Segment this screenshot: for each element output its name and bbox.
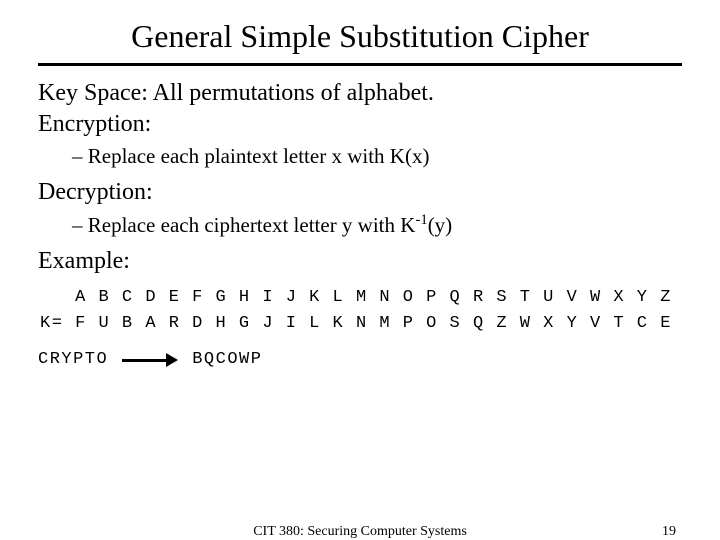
example-plaintext: CRYPTO <box>38 350 108 369</box>
alphabet-row: A B C D E F G H I J K L M N O P Q R S T … <box>40 288 672 307</box>
example-label: Example: <box>38 248 682 275</box>
footer-page-number: 19 <box>662 524 676 540</box>
title-underline <box>38 63 682 66</box>
encryption-label: Encryption: <box>38 111 682 138</box>
encryption-detail: – Replace each plaintext letter x with K… <box>72 144 682 169</box>
key-row: K= F U B A R D H G J I L K N M P O S Q Z… <box>40 314 672 333</box>
decryption-detail-superscript: -1 <box>415 212 427 228</box>
example-ciphertext: BQCOWP <box>192 350 262 369</box>
cipher-table: A B C D E F G H I J K L M N O P Q R S T … <box>40 285 682 336</box>
example-mapping: CRYPTO BQCOWP <box>38 350 682 369</box>
decryption-detail: – Replace each ciphertext letter y with … <box>72 212 682 238</box>
slide-title: General Simple Substitution Cipher <box>38 18 682 57</box>
footer-course: CIT 380: Securing Computer Systems <box>0 524 720 540</box>
keyspace-line: Key Space: All permutations of alphabet. <box>38 80 682 107</box>
decryption-detail-pre: – Replace each ciphertext letter y with … <box>72 213 415 237</box>
slide: General Simple Substitution Cipher Key S… <box>0 0 720 540</box>
decryption-label: Decryption: <box>38 179 682 206</box>
arrow-right-icon <box>122 355 178 365</box>
decryption-detail-post: (y) <box>428 213 453 237</box>
